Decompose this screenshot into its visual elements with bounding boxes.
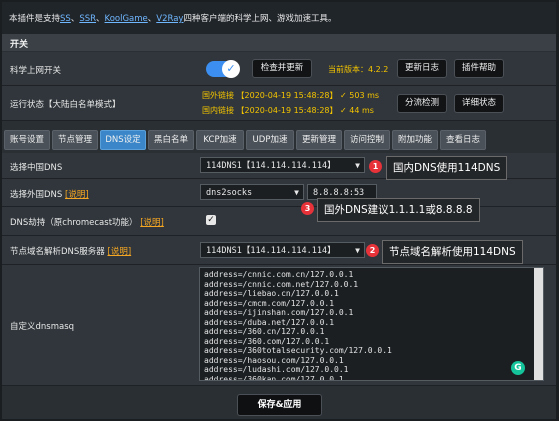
help-link[interactable]: [说明] xyxy=(65,190,89,200)
foreign-dns-label: 选择外国DNS [说明] xyxy=(10,190,89,200)
tab-udp[interactable]: UDP加速 xyxy=(246,130,294,150)
callout-badge-1: 1 xyxy=(369,160,382,173)
domestic-link-status: 国内链接 【2020-04-19 15:48:28】 ✓ 44 ms xyxy=(202,106,374,115)
detail-status-button[interactable]: 详细状态 xyxy=(454,94,504,113)
intro-bar: 本插件是支持SS、SSR、KoolGame、V2Ray四种客户端的科学上网、游戏… xyxy=(2,2,556,34)
dns-hijack-checkbox[interactable]: ✓ xyxy=(206,215,216,225)
chevron-down-icon: ▼ xyxy=(355,246,360,255)
dnsmasq-content: address=/cnnic.com.cn/127.0.0.1 address=… xyxy=(204,270,392,381)
status-row: 运行状态【大陆白名单模式】 国外链接 【2020-04-19 15:48:28】… xyxy=(2,86,556,121)
tab-kcp[interactable]: KCP加速 xyxy=(196,130,244,150)
intro-text: 本插件是支持SS、SSR、KoolGame、V2Ray四种客户端的科学上网、游戏… xyxy=(9,14,337,24)
china-dns-select[interactable]: 114DNS1【114.114.114.114】 ▼ xyxy=(200,157,365,173)
custom-dnsmasq-textarea[interactable]: address=/cnnic.com.cn/127.0.0.1 address=… xyxy=(199,267,544,381)
tab-access[interactable]: 访问控制 xyxy=(344,130,390,150)
dns-hijack-label: DNS劫持（原chromecast功能） [说明] xyxy=(10,218,164,228)
plugin-help-button[interactable]: 插件帮助 xyxy=(454,59,504,78)
callout-badge-2: 2 xyxy=(366,244,379,257)
foreign-dns-select[interactable]: dns2socks ▼ xyxy=(200,184,304,200)
link-v2ray[interactable]: V2Ray xyxy=(156,14,183,24)
chevron-down-icon: ▼ xyxy=(355,161,360,170)
diversion-check-button[interactable]: 分流检测 xyxy=(397,94,447,113)
changelog-button[interactable]: 更新日志 xyxy=(397,59,447,78)
link-ssr[interactable]: SSR xyxy=(79,14,96,24)
link-koolgame[interactable]: KoolGame xyxy=(105,14,148,24)
section-header: 开关 xyxy=(2,34,556,51)
plugin-panel: 本插件是支持SS、SSR、KoolGame、V2Ray四种客户端的科学上网、游戏… xyxy=(2,2,556,419)
save-apply-button[interactable]: 保存&应用 xyxy=(237,394,322,416)
chevron-down-icon: ▼ xyxy=(294,188,299,197)
callout-2: 节点域名解析使用114DNS xyxy=(382,240,523,264)
foreign-link-status: 国外链接 【2020-04-19 15:48:28】 ✓ 503 ms xyxy=(202,91,380,100)
callout-3: 国外DNS建议1.1.1.1或8.8.8.8 xyxy=(317,198,480,222)
china-dns-label: 选择中国DNS xyxy=(10,163,63,173)
link-ss[interactable]: SS xyxy=(60,14,71,24)
current-version: 当前版本：4.2.2 xyxy=(328,65,389,74)
tab-addons[interactable]: 附加功能 xyxy=(392,130,438,150)
status-label: 运行状态【大陆白名单模式】 xyxy=(10,100,121,110)
tab-dns[interactable]: DNS设定 xyxy=(100,130,146,150)
callout-1: 国内DNS使用114DNS xyxy=(386,156,508,180)
node-dns-label: 节点域名解析DNS服务器 [说明] xyxy=(10,247,132,257)
tab-bar: 账号设置 节点管理 DNS设定 黑白名单 KCP加速 UDP加速 更新管理 访问… xyxy=(2,128,556,151)
tab-nodes[interactable]: 节点管理 xyxy=(52,130,98,150)
check-update-button[interactable]: 检查并更新 xyxy=(252,59,312,78)
help-link[interactable]: [说明] xyxy=(140,218,164,228)
node-dns-select[interactable]: 114DNS1【114.114.114.114】 ▼ xyxy=(200,242,365,258)
proxy-toggle[interactable]: ✓ xyxy=(206,60,240,78)
tab-update[interactable]: 更新管理 xyxy=(296,130,342,150)
tab-logs[interactable]: 查看日志 xyxy=(440,130,486,150)
section-title: 开关 xyxy=(10,40,29,50)
footer: 保存&应用 xyxy=(2,386,556,419)
custom-dnsmasq-label: 自定义dnsmasq xyxy=(10,322,75,332)
callout-badge-3: 3 xyxy=(301,202,314,215)
switch-label: 科学上网开关 xyxy=(10,66,62,76)
tab-blackwhite[interactable]: 黑白名单 xyxy=(148,130,194,150)
check-icon: ✓ xyxy=(222,60,240,78)
help-link[interactable]: [说明] xyxy=(108,247,132,257)
switch-row: 科学上网开关 ✓ 检查并更新 当前版本：4.2.2 更新日志 插件帮助 xyxy=(2,52,556,86)
scrollbar[interactable] xyxy=(534,268,543,380)
grammarly-icon[interactable]: G xyxy=(511,361,525,375)
tab-account[interactable]: 账号设置 xyxy=(4,130,50,150)
